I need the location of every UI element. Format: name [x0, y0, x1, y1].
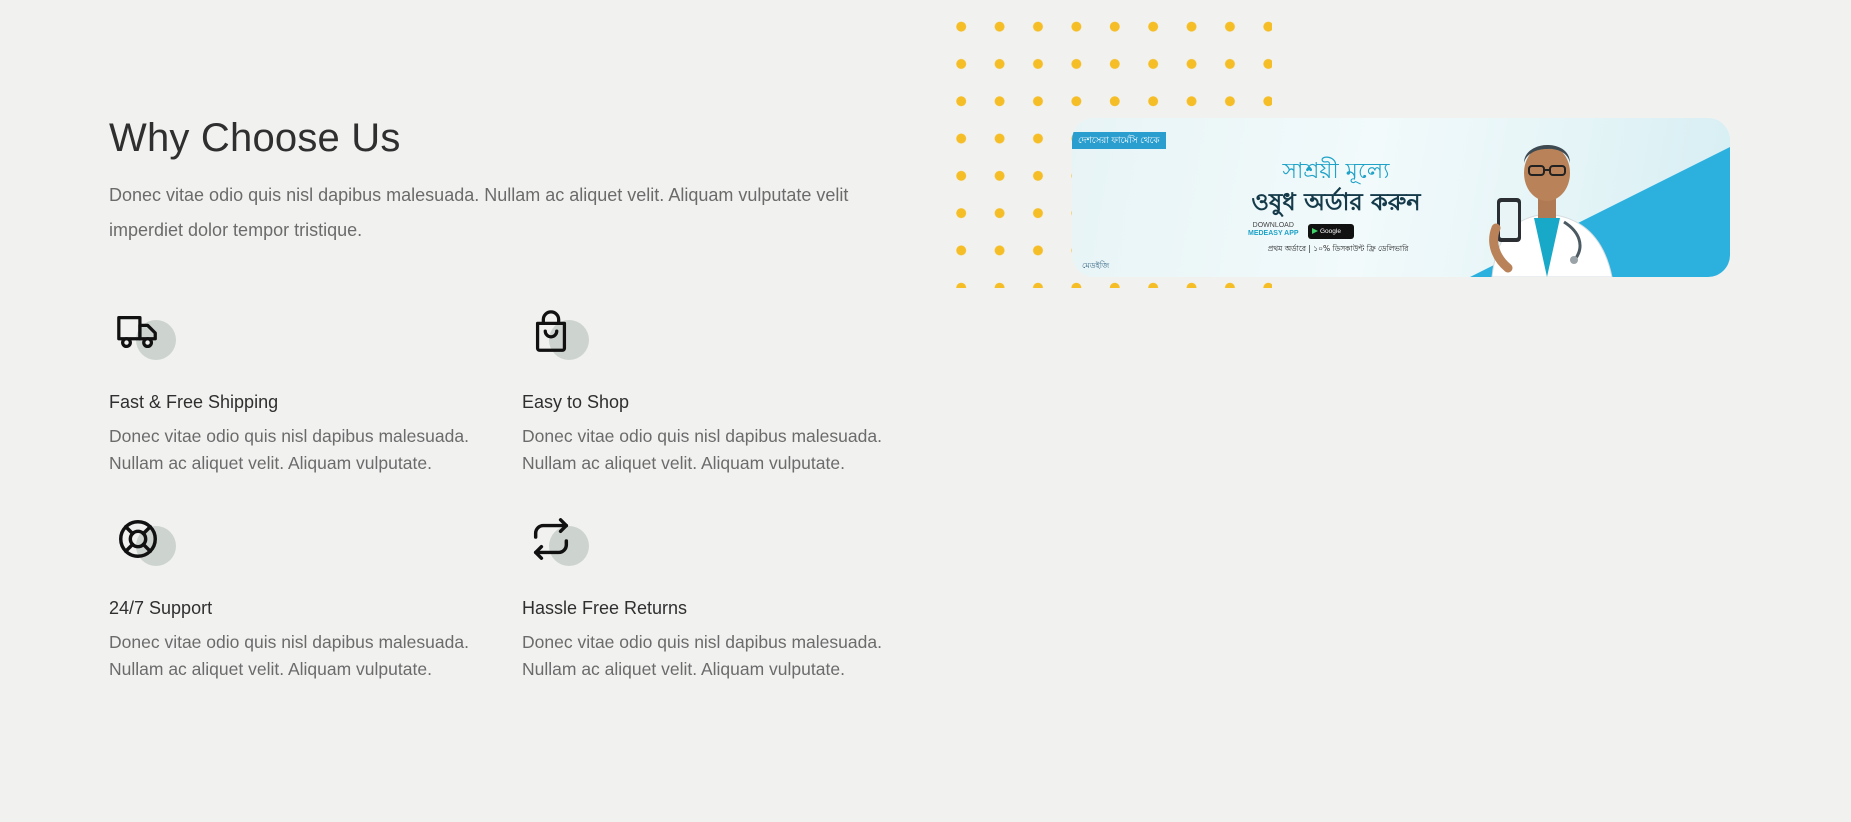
- banner-download-text: DOWNLOAD MEDEASY APP: [1248, 222, 1299, 238]
- feature-returns: Hassle Free Returns Donec vitae odio qui…: [522, 516, 922, 683]
- banner-offer: প্রথম অর্ডারে | ১০% ডিসকাউন্ট ফ্রি ডেলিভ…: [1267, 244, 1409, 253]
- feature-title: 24/7 Support: [109, 598, 213, 618]
- promo-banner-image: দেশসেরা ফার্মেসি থেকে সাশ্রয়ী মূল্যে ওষ…: [1072, 118, 1730, 277]
- feature-description: Donec vitae odio quis nisl dapibus males…: [109, 426, 469, 473]
- repeat-icon: [533, 518, 569, 560]
- feature-title: Easy to Shop: [522, 392, 630, 412]
- section-intro: Donec vitae odio quis nisl dapibus males…: [109, 185, 849, 240]
- google-play-badge: Google Play: [1308, 224, 1354, 250]
- feature-icon-wrap: [109, 310, 179, 368]
- feature-title: Fast & Free Shipping: [109, 392, 279, 412]
- feature-support: 24/7 Support Donec vitae odio quis nisl …: [109, 516, 509, 683]
- banner-tag: দেশসেরা ফার্মেসি থেকে: [1072, 132, 1166, 149]
- feature-shipping: Fast & Free Shipping Donec vitae odio qu…: [109, 310, 509, 477]
- feature-icon-wrap: [109, 516, 179, 574]
- feature-icon-wrap: [522, 310, 592, 368]
- feature-icon-wrap: [522, 516, 592, 574]
- truck-icon: [117, 316, 157, 349]
- shopping-bag-icon: [535, 310, 567, 352]
- banner-logo: মেডইজি: [1082, 261, 1110, 270]
- doctor-illustration: [1489, 144, 1613, 277]
- feature-description: Donec vitae odio quis nisl dapibus males…: [522, 426, 882, 473]
- feature-title: Hassle Free Returns: [522, 598, 688, 618]
- lifebuoy-icon: [119, 520, 157, 558]
- download-label: DOWNLOAD: [1252, 222, 1294, 229]
- feature-easy-shop: Easy to Shop Donec vitae odio quis nisl …: [522, 310, 922, 477]
- feature-description: Donec vitae odio quis nisl dapibus males…: [109, 632, 469, 679]
- app-label: MEDEASY APP: [1248, 230, 1299, 237]
- feature-description: Donec vitae odio quis nisl dapibus males…: [522, 632, 882, 679]
- section-title: Why Choose Us: [109, 116, 401, 160]
- banner-headline-2: ওষুধ অর্ডার করুন: [1251, 188, 1421, 216]
